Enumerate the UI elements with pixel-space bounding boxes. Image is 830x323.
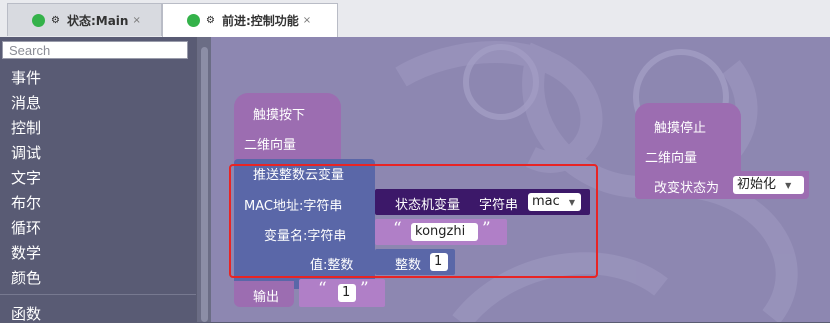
tab-bar: ⚙ 状态:Main × ⚙ 前进:控制功能 × xyxy=(0,0,830,37)
search-input[interactable] xyxy=(2,41,188,59)
touch-stop-title: 触摸停止 xyxy=(654,121,707,136)
tab-label: 前进:控制功能 xyxy=(221,14,299,28)
close-icon[interactable]: × xyxy=(132,15,140,26)
output-label: 输出 xyxy=(253,290,280,305)
sidebar-scrollbar[interactable] xyxy=(197,37,211,322)
category-text[interactable]: 文字 xyxy=(11,169,41,187)
open-quote-icon: “ xyxy=(318,279,327,299)
close-icon[interactable]: × xyxy=(303,15,311,26)
block-workspace[interactable]: 触摸按下 二维向量 推送整数云变量 MAC地址:字符串 变量名:字符串 值:整数… xyxy=(211,37,830,322)
tab-forward-control[interactable]: ⚙ 前进:控制功能 × xyxy=(162,3,338,37)
category-colors[interactable]: 颜色 xyxy=(11,269,41,287)
status-dot-icon xyxy=(32,13,45,27)
category-divider xyxy=(0,294,196,295)
category-math[interactable]: 数学 xyxy=(11,244,41,262)
category-messages[interactable]: 消息 xyxy=(11,94,41,112)
status-dot-icon xyxy=(187,14,200,27)
tab-state-main[interactable]: ⚙ 状态:Main × xyxy=(7,3,162,36)
block-category-sidebar: 事件 消息 控制 调试 文字 布尔 循环 数学 颜色 函数 xyxy=(0,37,196,323)
state-dropdown[interactable]: 初始化 ▼ xyxy=(733,176,804,194)
category-functions[interactable]: 函数 xyxy=(11,305,41,323)
scrollbar-thumb[interactable] xyxy=(201,47,208,322)
change-state-label: 改变状态为 xyxy=(654,181,720,196)
category-control[interactable]: 控制 xyxy=(11,119,41,137)
gear-icon: ⚙ xyxy=(206,15,215,26)
highlight-box xyxy=(229,164,598,278)
category-debug[interactable]: 调试 xyxy=(11,144,41,162)
chevron-down-icon: ▼ xyxy=(785,181,792,190)
category-loops[interactable]: 循环 xyxy=(11,219,41,237)
touch-stop-param: 二维向量 xyxy=(645,151,698,166)
touch-down-param: 二维向量 xyxy=(244,138,297,153)
state-dropdown-value: 初始化 xyxy=(737,177,777,192)
gear-icon: ⚙ xyxy=(51,14,60,26)
category-events[interactable]: 事件 xyxy=(11,69,41,87)
category-boolean[interactable]: 布尔 xyxy=(11,194,41,212)
touch-down-title: 触摸按下 xyxy=(253,108,306,123)
tab-label: 状态:Main xyxy=(66,13,129,28)
output-value-field[interactable]: 1 xyxy=(338,284,356,302)
close-quote-icon: ” xyxy=(360,279,369,299)
